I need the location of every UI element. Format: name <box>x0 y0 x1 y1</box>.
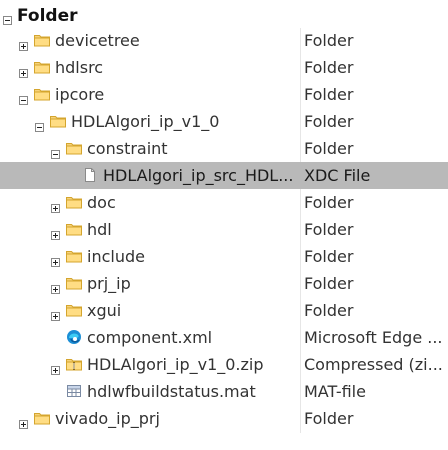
folder-icon <box>50 113 66 129</box>
item-type: MAT-file <box>304 382 366 401</box>
item-type: Folder <box>304 112 354 131</box>
item-name: constraint <box>87 139 168 158</box>
tree-row-component-xml[interactable]: component.xml Microsoft Edge ... <box>0 324 448 351</box>
tree-root-title: Folder <box>17 6 78 26</box>
folder-icon <box>66 302 82 318</box>
tree-row-hdlalgori-ip-src-hdl[interactable]: HDLAlgori_ip_src_HDL... XDC File <box>0 162 448 189</box>
expand-icon[interactable] <box>51 198 60 217</box>
file-icon <box>82 167 98 183</box>
tree-row-hdlalgori-ip-v1-0-zip[interactable]: HDLAlgori_ip_v1_0.zip Compressed (zi... <box>0 351 448 378</box>
item-name: component.xml <box>87 328 213 347</box>
folder-icon <box>66 140 82 156</box>
folder-icon <box>34 59 50 75</box>
tree-row-doc[interactable]: doc Folder <box>0 189 448 216</box>
item-name: hdl <box>87 220 112 239</box>
tree-root-header[interactable]: Folder <box>0 3 448 27</box>
folder-icon <box>66 194 82 210</box>
item-type: Folder <box>304 85 354 104</box>
collapse-icon[interactable] <box>51 144 60 163</box>
item-name: devicetree <box>55 31 140 50</box>
tree-row-hdlsrc[interactable]: hdlsrc Folder <box>0 54 448 81</box>
expand-icon[interactable] <box>51 306 60 325</box>
item-type: Folder <box>304 247 354 266</box>
item-name: hdlwfbuildstatus.mat <box>87 382 256 401</box>
edge-icon <box>66 329 82 345</box>
collapse-icon[interactable] <box>19 90 28 109</box>
item-type: Folder <box>304 139 354 158</box>
tree-row-constraint[interactable]: constraint Folder <box>0 135 448 162</box>
tree-row-devicetree[interactable]: devicetree Folder <box>0 27 448 54</box>
tree-row-vivado-ip-prj[interactable]: vivado_ip_prj Folder <box>0 405 448 432</box>
item-name: prj_ip <box>87 274 131 293</box>
expand-icon[interactable] <box>51 252 60 271</box>
tree-row-hdlalgori-ip-v1-0[interactable]: HDLAlgori_ip_v1_0 Folder <box>0 108 448 135</box>
item-name: doc <box>87 193 116 212</box>
item-type: Folder <box>304 31 354 50</box>
tree-row-hdl[interactable]: hdl Folder <box>0 216 448 243</box>
expand-icon[interactable] <box>19 63 28 82</box>
tree-row-prj-ip[interactable]: prj_ip Folder <box>0 270 448 297</box>
item-type: Folder <box>304 193 354 212</box>
expand-icon[interactable] <box>51 360 60 379</box>
expand-icon[interactable] <box>51 279 60 298</box>
folder-icon <box>66 248 82 264</box>
zip-folder-icon <box>66 356 82 372</box>
item-type: Folder <box>304 409 354 428</box>
item-name: HDLAlgori_ip_v1_0.zip <box>87 355 264 374</box>
folder-icon <box>34 410 50 426</box>
mat-file-icon <box>66 383 82 399</box>
expand-icon[interactable] <box>51 225 60 244</box>
item-type: Microsoft Edge ... <box>304 328 443 347</box>
collapse-icon[interactable] <box>35 117 44 136</box>
item-name: hdlsrc <box>55 58 104 77</box>
tree-row-xgui[interactable]: xgui Folder <box>0 297 448 324</box>
item-type: Folder <box>304 301 354 320</box>
tree-row-hdlwfbuildstatus-mat[interactable]: hdlwfbuildstatus.mat MAT-file <box>0 378 448 405</box>
item-type: Folder <box>304 274 354 293</box>
item-type: Compressed (zi... <box>304 355 443 374</box>
tree-row-ipcore[interactable]: ipcore Folder <box>0 81 448 108</box>
item-name: vivado_ip_prj <box>55 409 160 428</box>
folder-icon <box>34 32 50 48</box>
folder-icon <box>34 86 50 102</box>
item-name: HDLAlgori_ip_src_HDL... <box>103 166 294 185</box>
item-type: XDC File <box>304 166 371 185</box>
expand-icon[interactable] <box>19 36 28 55</box>
folder-icon <box>66 221 82 237</box>
item-name: include <box>87 247 145 266</box>
item-type: Folder <box>304 58 354 77</box>
item-name: ipcore <box>55 85 105 104</box>
folder-icon <box>66 275 82 291</box>
item-type: Folder <box>304 220 354 239</box>
expand-icon[interactable] <box>19 414 28 433</box>
tree-row-include[interactable]: include Folder <box>0 243 448 270</box>
item-name: HDLAlgori_ip_v1_0 <box>71 112 220 131</box>
item-name: xgui <box>87 301 122 320</box>
